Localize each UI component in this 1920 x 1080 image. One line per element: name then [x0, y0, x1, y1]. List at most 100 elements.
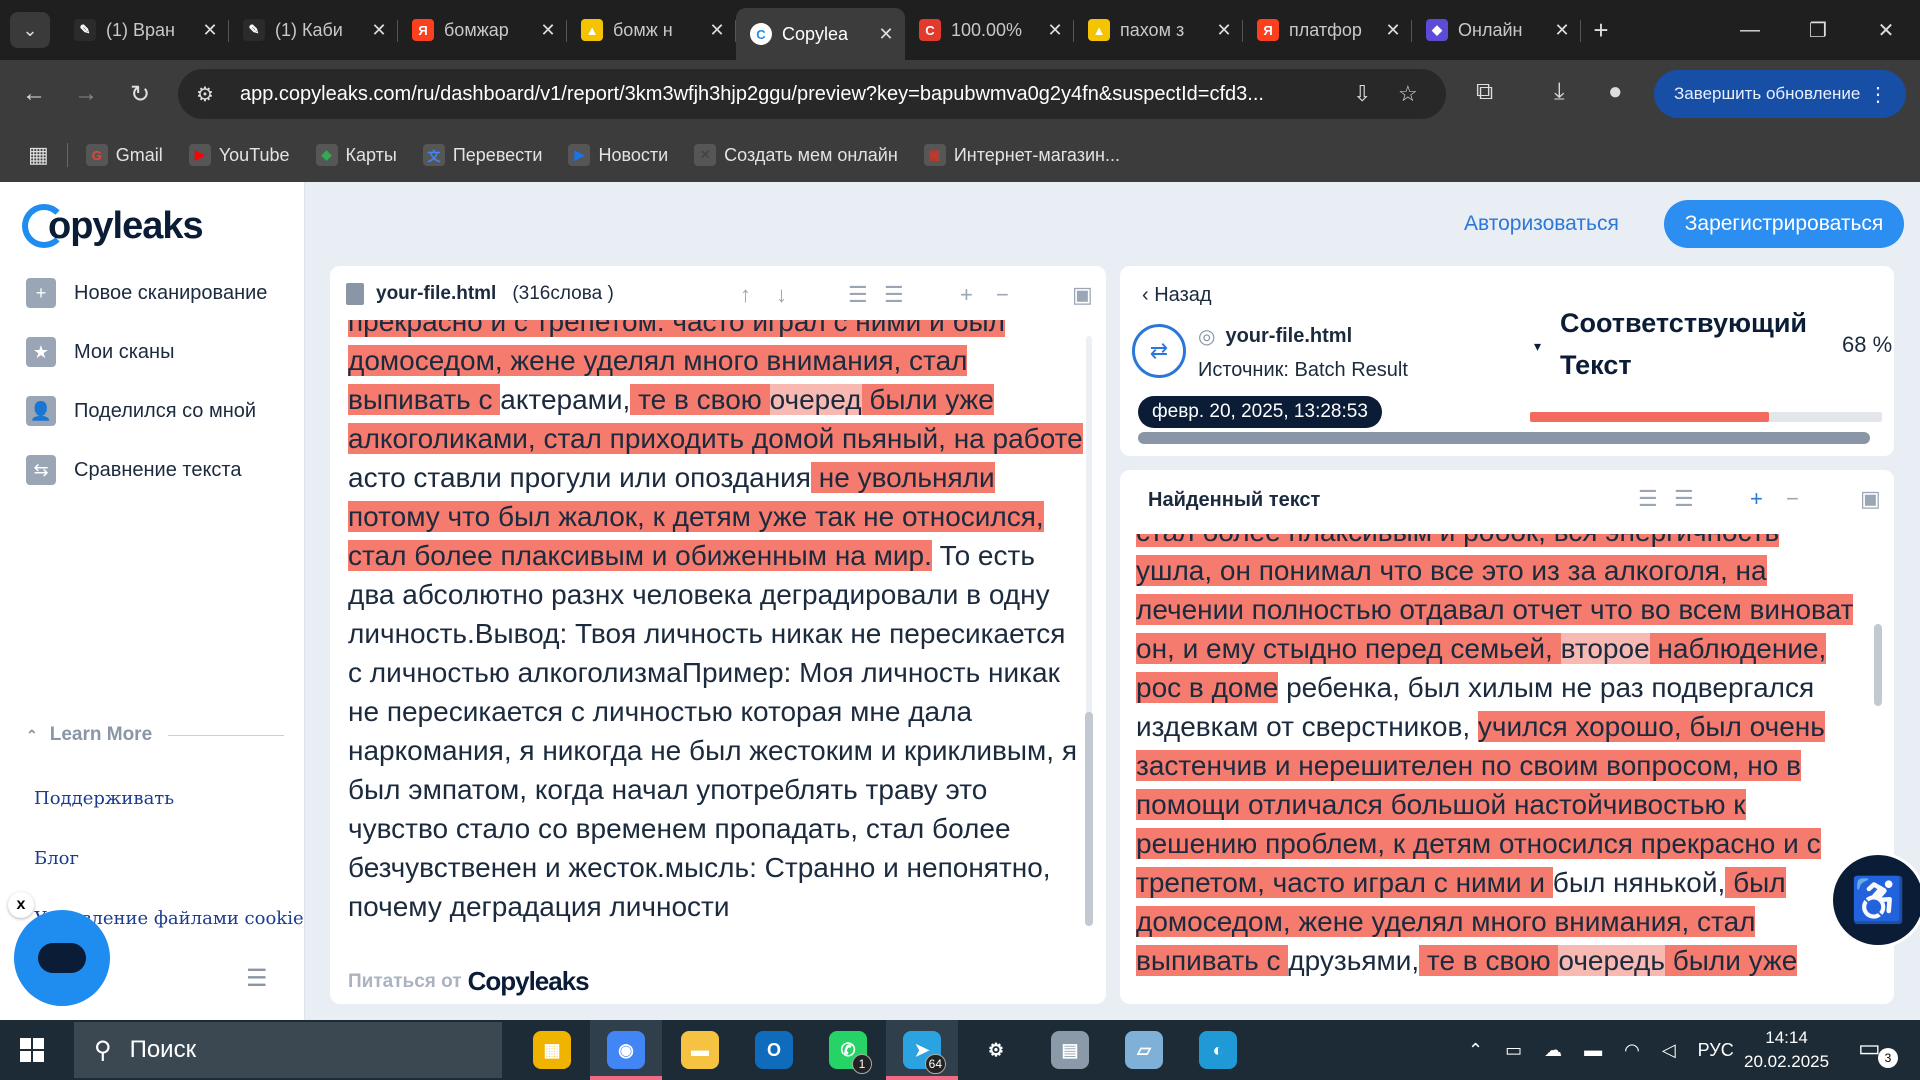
meet-now-icon[interactable]: ▭ [1505, 1040, 1522, 1061]
browser-tab[interactable]: ✎ (1) Каби ✕ [229, 8, 398, 52]
close-tab-icon[interactable]: ✕ [1046, 20, 1064, 41]
close-tab-icon[interactable]: ✕ [1553, 20, 1571, 41]
back-link[interactable]: ‹ Назад [1142, 284, 1212, 307]
arrow-down-icon[interactable]: ↓ [776, 282, 787, 308]
close-window-button[interactable]: ✕ [1852, 0, 1920, 60]
taskbar-app[interactable]: ▱ [1108, 1020, 1180, 1080]
align-justify-icon[interactable]: ☰ [884, 282, 904, 308]
bookmark-item[interactable]: ▣ Интернет-магазин... [923, 144, 1120, 166]
close-tab-icon[interactable]: ✕ [877, 24, 895, 45]
onedrive-icon[interactable]: ☁ [1544, 1040, 1562, 1061]
zoom-out-icon[interactable]: − [996, 282, 1009, 308]
browser-tab[interactable]: C Copylea ✕ [736, 8, 905, 60]
zoom-out-icon[interactable]: − [1786, 486, 1799, 512]
image-view-icon[interactable]: ▣ [1860, 486, 1881, 512]
taskbar-app[interactable]: ➤ 64 [886, 1020, 958, 1080]
summary-scrollbar[interactable] [1138, 432, 1870, 444]
browser-tab[interactable]: Яплатфор ✕ [1243, 8, 1412, 52]
close-tab-icon[interactable]: ✕ [1384, 20, 1402, 41]
bookmark-item[interactable]: ▶ Новости [568, 144, 668, 166]
align-justify-icon[interactable]: ☰ [1674, 486, 1694, 512]
show-hidden-icons[interactable]: ⌃ [1468, 1040, 1483, 1061]
login-link[interactable]: Авторизоваться [1464, 212, 1619, 236]
taskbar-app[interactable]: ◐ [1182, 1020, 1254, 1080]
browser-tab[interactable]: ▲ бомж н ✕ [567, 8, 736, 52]
extensions-icon[interactable]: ⧉ [1476, 78, 1493, 106]
tab-search-button[interactable]: ⌄ [10, 12, 50, 48]
close-tab-icon[interactable]: ✕ [1215, 20, 1233, 41]
image-view-icon[interactable]: ▣ [1072, 282, 1093, 308]
copyleaks-logo[interactable]: opyleaks [22, 204, 204, 248]
zoom-in-icon[interactable]: + [1750, 486, 1763, 512]
bookmark-item[interactable]: ▶ YouTube [188, 144, 290, 166]
address-bar[interactable]: ⚙ app.copyleaks.com/ru/dashboard/v1/repo… [178, 69, 1446, 119]
close-tab-icon[interactable]: ✕ [201, 20, 219, 41]
arrow-up-icon[interactable]: ↑ [740, 282, 751, 308]
taskbar-app[interactable]: ▬ [664, 1020, 736, 1080]
close-tab-icon[interactable]: ✕ [539, 20, 557, 41]
register-button[interactable]: Зарегистрироваться [1664, 200, 1904, 248]
found-text-area[interactable]: стал более плаксивым и робок, вся энерги… [1136, 534, 1860, 994]
taskbar-app[interactable]: ◉ [590, 1020, 662, 1080]
url-text[interactable]: app.copyleaks.com/ru/dashboard/v1/report… [240, 83, 1330, 106]
scrollbar-thumb[interactable] [1874, 624, 1882, 706]
back-arrow-icon[interactable]: ← [16, 76, 52, 112]
accessibility-icon[interactable]: ♿ [1830, 852, 1920, 948]
chat-button[interactable] [14, 910, 110, 1006]
learn-more-toggle[interactable]: ⌃ Learn More [26, 724, 284, 746]
finish-update-button[interactable]: Завершить обновление ⋮ [1654, 70, 1906, 118]
bookmark-item[interactable]: ✕ Создать мем онлайн [694, 144, 898, 166]
taskbar-app[interactable]: O [738, 1020, 810, 1080]
profile-icon[interactable]: ● [1608, 78, 1623, 106]
bookmark-item[interactable]: ◆ Карты [315, 144, 397, 166]
install-app-icon[interactable]: ⇩ [1353, 81, 1371, 107]
apps-grid-icon[interactable]: ▦ [28, 142, 49, 168]
taskbar-app[interactable]: ▦ [516, 1020, 588, 1080]
match-type-title[interactable]: Соответствующий Текст [1560, 302, 1807, 386]
align-left-icon[interactable]: ☰ [1638, 486, 1658, 512]
sidebar-item[interactable]: 👤 Поделился со мной [26, 396, 256, 426]
browser-tab[interactable]: ▲ пахом з ✕ [1074, 8, 1243, 52]
windows-start-icon[interactable] [20, 1038, 44, 1062]
close-tab-icon[interactable]: ✕ [370, 20, 388, 41]
battery-icon[interactable]: ▬ [1584, 1040, 1602, 1061]
sidebar-item[interactable]: + Новое сканирование [26, 278, 267, 308]
clock[interactable]: 14:14 20.02.2025 [1744, 1026, 1829, 1074]
close-cookie-button[interactable]: x [8, 892, 34, 918]
more-menu-icon[interactable]: ⋮ [1868, 82, 1888, 107]
browser-tab[interactable]: C 100.00% ✕ [905, 8, 1074, 52]
support-link[interactable]: Поддерживать [34, 788, 174, 809]
caret-down-icon[interactable]: ▾ [1534, 338, 1541, 355]
browser-tab[interactable]: Ябомжар ✕ [398, 8, 567, 52]
bookmark-star-icon[interactable]: ☆ [1398, 81, 1418, 107]
reload-icon[interactable]: ↻ [122, 76, 158, 112]
scrollbar-thumb[interactable] [1085, 712, 1093, 926]
taskbar-app[interactable]: ✆ 1 [812, 1020, 884, 1080]
taskbar-app[interactable]: ⚙ [960, 1020, 1032, 1080]
zoom-in-icon[interactable]: + [960, 282, 973, 308]
sidebar-item[interactable]: ⇆ Сравнение текста [26, 455, 241, 485]
collapse-sidebar-icon[interactable]: ☰ [246, 964, 268, 993]
new-tab-button[interactable]: + [1581, 8, 1621, 52]
wifi-icon[interactable]: ◠ [1624, 1040, 1640, 1061]
download-icon[interactable]: ⤓ [1554, 78, 1565, 106]
notifications-icon[interactable]: ▭ 3 [1858, 1034, 1898, 1068]
minimize-button[interactable]: — [1716, 0, 1784, 60]
language-indicator[interactable]: РУС [1698, 1040, 1734, 1061]
bookmark-item[interactable]: G Gmail [85, 144, 163, 166]
taskbar-app[interactable]: ▤ [1034, 1020, 1106, 1080]
scanned-text-area[interactable]: прекрасно и с трепетом. часто играл с ни… [348, 320, 1086, 952]
eye-off-icon[interactable]: ◎ [1198, 324, 1215, 349]
close-tab-icon[interactable]: ✕ [708, 20, 726, 41]
site-info-icon[interactable]: ⚙ [196, 82, 226, 107]
bookmark-item[interactable]: 文 Перевести [422, 144, 542, 166]
taskbar-search[interactable]: ⚲ Поиск [74, 1022, 502, 1078]
browser-tab[interactable]: ◆ Онлайн ✕ [1412, 8, 1581, 52]
sidebar-item[interactable]: ★ Мои сканы [26, 337, 174, 367]
volume-icon[interactable]: ◁ [1662, 1040, 1676, 1061]
forward-arrow-icon[interactable]: → [68, 76, 104, 112]
restore-button[interactable]: ❐ [1784, 0, 1852, 60]
browser-tab[interactable]: ✎ (1) Вран ✕ [60, 8, 229, 52]
align-left-icon[interactable]: ☰ [848, 282, 868, 308]
blog-link[interactable]: Блог [34, 848, 79, 869]
